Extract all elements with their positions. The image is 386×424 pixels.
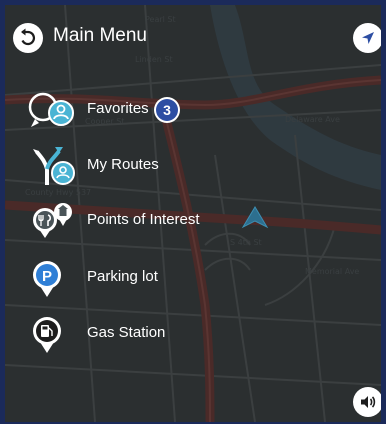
gas-station-label: Gas Station: [87, 324, 166, 341]
back-arrow-icon: [21, 28, 36, 46]
navigation-screen: Pearl St Linden St Cooper St County Hwy …: [5, 5, 381, 422]
street-label: Delaware Ave: [285, 115, 340, 124]
sound-button[interactable]: [353, 387, 381, 417]
menu-item-points-of-interest[interactable]: Points of Interest: [25, 198, 285, 244]
menu-item-gas-station[interactable]: Gas Station: [25, 311, 285, 357]
back-button[interactable]: [13, 23, 43, 53]
gas-station-pin-icon: [33, 317, 61, 353]
favorites-count: 3: [156, 99, 178, 121]
points-of-interest-icon: [33, 203, 72, 238]
street-label: Memorial Ave: [305, 267, 360, 276]
my-routes-label: My Routes: [87, 156, 159, 173]
favorites-pin-icon: [28, 92, 74, 127]
parking-lot-label: Parking lot: [87, 268, 158, 285]
points-of-interest-label: Points of Interest: [87, 211, 200, 228]
favorites-count-badge: 3: [154, 97, 180, 123]
favorites-label: Favorites: [87, 100, 149, 117]
my-routes-icon: [33, 147, 75, 185]
street-label: County Hwy 537: [25, 188, 92, 197]
menu-item-parking-lot[interactable]: P Parking lot: [25, 255, 285, 301]
speaker-icon: [361, 396, 376, 408]
current-location-button[interactable]: [353, 23, 381, 53]
menu-item-my-routes[interactable]: My Routes: [25, 143, 285, 189]
parking-pin-icon: P: [33, 261, 61, 297]
street-label: Linden St: [135, 55, 173, 64]
svg-text:P: P: [42, 268, 52, 285]
street-label: Pearl St: [145, 15, 176, 24]
page-title: Main Menu: [53, 25, 147, 46]
location-arrow-icon: [362, 32, 374, 44]
